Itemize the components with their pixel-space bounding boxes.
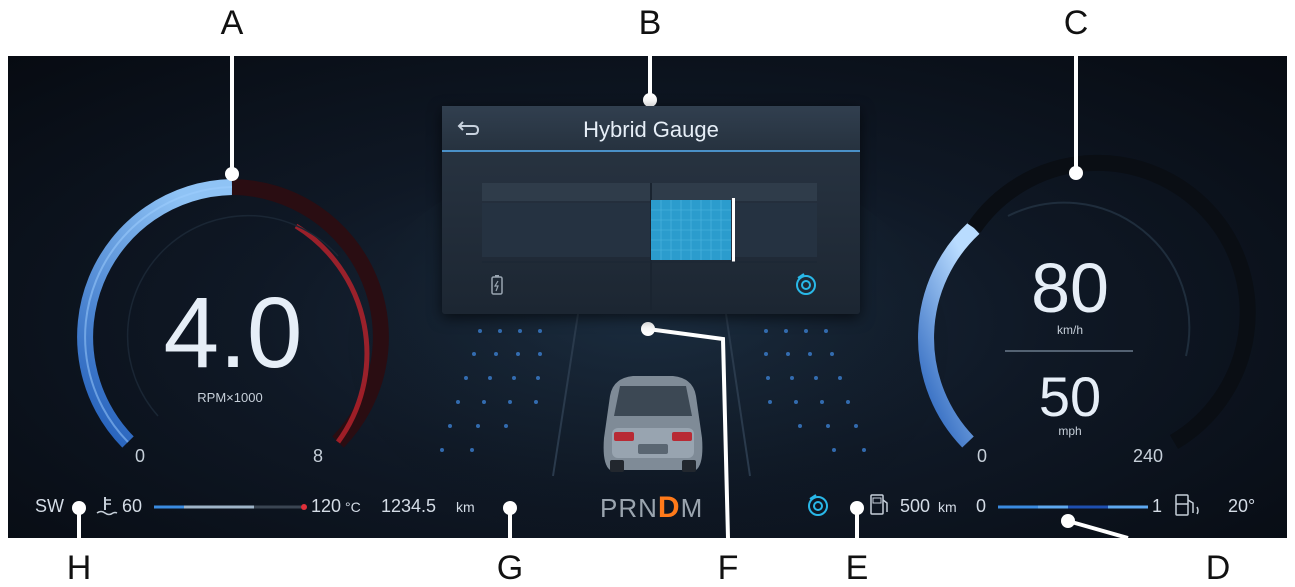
speedometer-mph-unit: mph <box>1058 424 1082 438</box>
gear-d-active: D <box>657 491 681 524</box>
coolant-max-label: 120 <box>311 496 342 516</box>
hybrid-gauge-title: Hybrid Gauge <box>583 117 719 142</box>
coolant-min-label: 60 <box>122 496 143 516</box>
fuel-max-label: 1 <box>1152 496 1163 516</box>
fuel-gauge-icon <box>1172 491 1204 524</box>
callout-g: G <box>496 549 524 587</box>
tachometer-max-label: 8 <box>312 446 324 466</box>
coolant-unit-label: °C <box>345 499 361 515</box>
engine-status-icon <box>805 492 833 523</box>
tachometer-value: 4.0 <box>163 277 303 389</box>
vehicle-icon <box>603 376 703 472</box>
instrument-cluster-display: 4.0 RPM×1000 0 8 80 km/h 50 mph 0 240 Hy… <box>8 56 1287 538</box>
hybrid-gauge-header: Hybrid Gauge <box>442 106 860 152</box>
engine-icon <box>794 272 820 301</box>
callout-f: F <box>717 549 739 587</box>
tachometer-unit: RPM×1000 <box>197 390 263 405</box>
speedometer-min-label: 0 <box>976 446 988 466</box>
callout-h: H <box>66 549 92 587</box>
gear-r: R <box>618 493 639 523</box>
range-value: 500 <box>900 496 931 516</box>
speedometer-kmh-value: 80 <box>1031 249 1109 327</box>
coolant-temperature-icon <box>95 494 119 523</box>
callout-b: B <box>638 4 662 42</box>
odometer-unit: km <box>456 499 475 515</box>
outside-temperature: 20° <box>1228 496 1256 516</box>
battery-icon <box>490 274 504 301</box>
tachometer-min-label: 0 <box>134 446 146 466</box>
speedometer-max-label: 240 <box>1132 446 1164 466</box>
gear-selector-indicator: PRNDM <box>600 491 703 525</box>
gear-p: P <box>600 493 619 523</box>
callout-d: D <box>1205 549 1231 587</box>
speedometer-kmh-unit: km/h <box>1056 323 1084 337</box>
callout-e: E <box>845 549 869 587</box>
fuel-pump-range-icon <box>868 492 892 523</box>
hybrid-gauge-panel[interactable]: Hybrid Gauge <box>442 106 860 314</box>
speedometer-mph-value: 50 <box>1038 365 1102 428</box>
odometer-value: 1234.5 <box>381 496 437 516</box>
gear-m: M <box>680 493 704 523</box>
callout-c: C <box>1063 4 1089 42</box>
range-unit: km <box>938 499 957 515</box>
callout-a: A <box>220 4 244 42</box>
sw-label: SW <box>35 496 64 516</box>
fuel-min-label: 0 <box>976 496 987 516</box>
gear-n: N <box>638 493 658 523</box>
